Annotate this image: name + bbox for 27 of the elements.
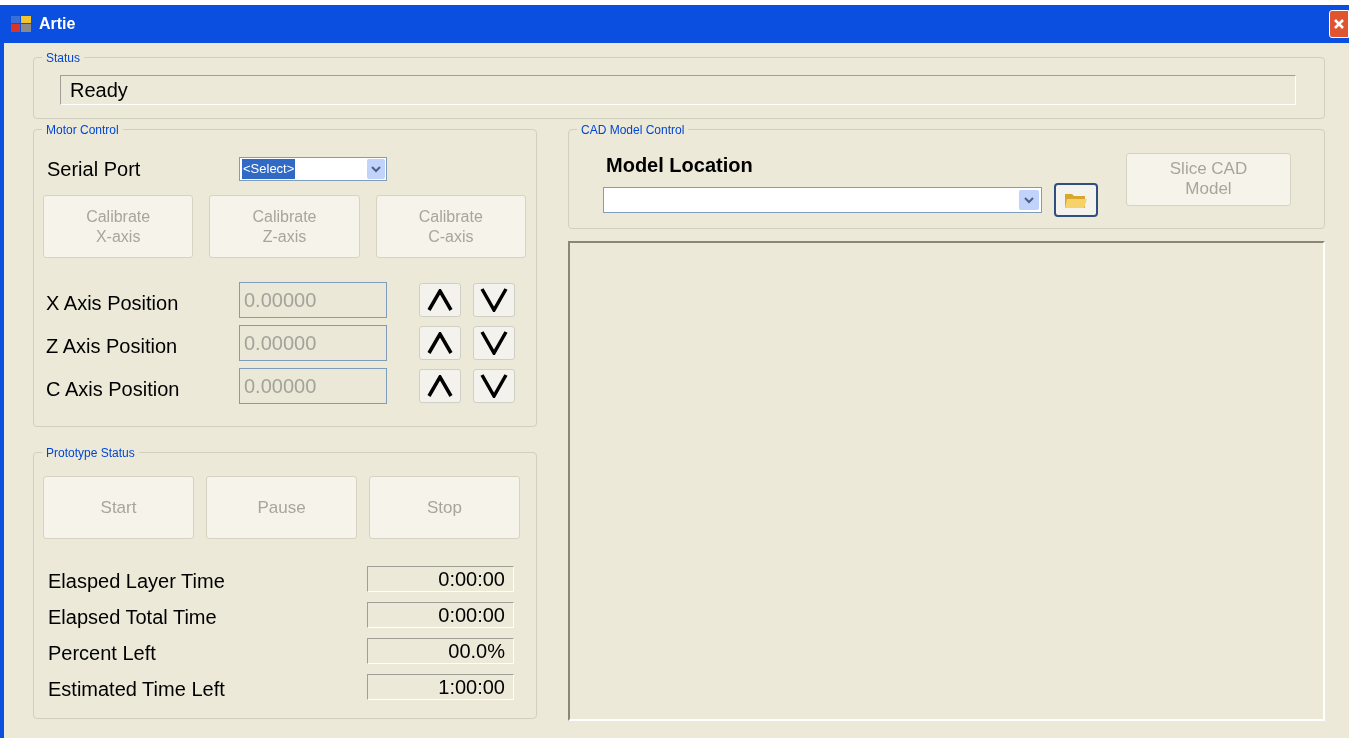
model-location-label: Model Location [606, 152, 754, 178]
down-button[interactable] [473, 283, 515, 317]
status-text: Ready [60, 75, 1296, 105]
readout-value: 0:00:00 [367, 566, 514, 592]
down-button[interactable] [473, 326, 515, 360]
readout-value: 0:00:00 [367, 602, 514, 628]
readout-label: Elapsed Total Time [47, 605, 218, 629]
readout-value: 00.0% [367, 638, 514, 664]
readout-value: 1:00:00 [367, 674, 514, 700]
serial-port-label: Serial Port [47, 157, 142, 182]
up-button[interactable] [419, 326, 461, 360]
readout-label: Elasped Layer Time [47, 569, 226, 593]
readout-label: Estimated Time Left [47, 677, 226, 701]
close-button[interactable] [1329, 10, 1349, 38]
up-button[interactable] [419, 369, 461, 403]
axis-position-label: C Axis Position [45, 377, 181, 402]
serial-port-dropdown[interactable]: <Select> [239, 157, 387, 181]
down-button[interactable] [473, 369, 515, 403]
app-icon [11, 16, 31, 32]
axis-position-label: Z Axis Position [45, 334, 179, 359]
browse-button[interactable] [1054, 182, 1098, 217]
model-location-dropdown[interactable] [603, 186, 1042, 213]
readout-label: Percent Left [47, 641, 157, 665]
axis-position-label: X Axis Position [45, 291, 180, 316]
window-title: Artie [39, 14, 76, 34]
close-icon [1333, 18, 1345, 30]
up-button[interactable] [419, 283, 461, 317]
